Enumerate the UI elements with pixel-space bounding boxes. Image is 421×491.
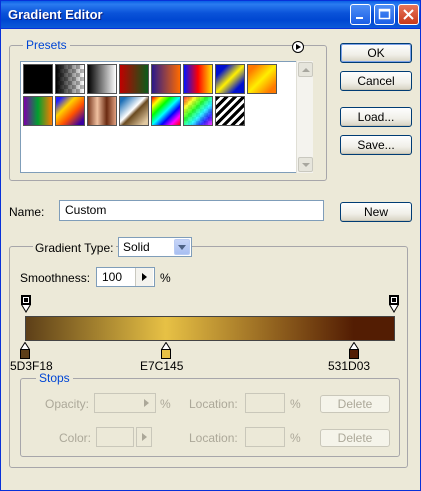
gradient-type-value: Solid [123,240,150,254]
color-swatch-field[interactable] [96,427,134,447]
opacity-field[interactable] [94,393,156,413]
opacity-stop-left-icon[interactable] [21,295,31,313]
minimize-button[interactable] [350,4,371,25]
maximize-icon [378,8,391,20]
opacity-stop-right-icon[interactable] [389,295,399,313]
preset-swatch-yellow-violet-orange-blue[interactable] [55,96,85,126]
gradient-type-select[interactable]: Solid [118,237,192,257]
preset-swatch-transparent-rainbow[interactable] [183,96,213,126]
preset-swatch-chrome[interactable] [119,96,149,126]
preset-swatch-blue-red-yellow[interactable] [183,64,213,94]
color-label: Color: [59,431,92,445]
preset-swatch-orange-yellow-orange[interactable] [247,64,277,94]
chevron-down-icon[interactable] [174,239,190,255]
scroll-down-icon[interactable] [298,157,313,172]
ok-button[interactable]: OK [340,43,412,63]
title-bar[interactable]: Gradient Editor [1,1,420,29]
preset-swatch-blue-yellow-blue[interactable] [215,64,245,94]
presets-label: Presets [23,38,70,52]
color-stop-icon[interactable] [20,342,30,359]
opacity-percent: % [160,397,171,411]
presets-menu-icon[interactable] [292,41,304,53]
preset-swatch-copper[interactable] [87,96,117,126]
window-title: Gradient Editor [8,7,103,22]
presets-panel [20,61,313,173]
opacity-delete-button[interactable]: Delete [320,395,390,413]
color-delete-button[interactable]: Delete [320,429,390,447]
preset-swatch-red-green[interactable] [119,64,149,94]
close-icon [403,9,414,20]
new-button[interactable]: New [340,202,412,222]
color-location-percent: % [290,431,301,445]
opacity-label: Opacity: [45,397,90,411]
load-button[interactable]: Load... [340,107,412,127]
preset-swatch-spectrum[interactable] [151,96,181,126]
preset-swatch-violet-green-orange[interactable] [23,96,53,126]
close-button[interactable] [398,4,419,25]
preset-swatch-black-white[interactable] [87,64,117,94]
preset-swatch-foreground-to-background[interactable] [23,64,53,94]
color-location-field[interactable] [245,427,285,447]
opacity-location-label: Location: [189,397,238,411]
gradient-editor-window: Gradient Editor Presets OK Cancel Load..… [0,0,421,491]
scroll-up-icon[interactable] [298,62,313,77]
opacity-arrow-icon[interactable] [139,394,155,412]
color-stop-icon[interactable] [349,342,360,359]
smoothness-arrow-icon[interactable] [135,268,153,286]
opacity-location-percent: % [290,397,301,411]
cancel-button[interactable]: Cancel [340,71,412,91]
smoothness-label: Smoothness: [20,271,91,285]
name-field[interactable]: Custom [59,200,324,221]
stops-label: Stops [36,371,73,385]
name-label: Name: [9,205,45,219]
maximize-button[interactable] [374,4,395,25]
preset-swatch-violet-orange[interactable] [151,64,181,94]
save-button[interactable]: Save... [340,135,412,155]
presets-scrollbar[interactable] [296,61,313,173]
preset-swatch-transparent-stripes[interactable] [215,96,245,126]
color-stop-label: E7C145 [140,359,184,373]
color-stop-icon[interactable] [160,342,171,359]
color-arrow-icon[interactable] [136,427,152,447]
color-location-label: Location: [189,431,238,445]
gradient-bar[interactable] [25,316,395,341]
color-stop-label: 531D03 [328,359,371,373]
preset-swatch-foreground-to-transparent[interactable] [55,64,85,94]
minimize-icon [356,17,363,19]
smoothness-percent: % [160,271,171,285]
gradient-type-label: Gradient Type: [33,241,116,255]
opacity-location-field[interactable] [245,393,285,413]
